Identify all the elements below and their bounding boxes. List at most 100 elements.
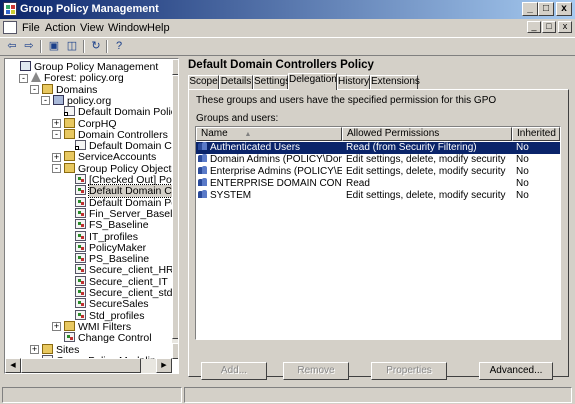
scroll-right-button[interactable]: ▶ bbox=[156, 358, 172, 373]
tab-scope[interactable]: Scope bbox=[188, 75, 219, 89]
tree-node[interactable]: Group Policy Objects bbox=[64, 162, 177, 175]
tree-node[interactable]: Fin_Server_Baseline bbox=[75, 207, 178, 220]
tree-node[interactable]: WMI Filters bbox=[64, 320, 131, 333]
tree-horizontal-scrollbar[interactable]: ◀ ▶ bbox=[5, 358, 172, 373]
tree-node-label: Secure_client_std bbox=[89, 287, 173, 299]
tree-node[interactable]: CorpHQ bbox=[64, 117, 117, 130]
document-icon[interactable] bbox=[3, 21, 17, 34]
refresh-icon[interactable]: ↻ bbox=[88, 39, 104, 54]
tree-node[interactable]: Forest: policy.org bbox=[31, 72, 124, 84]
tree-node[interactable]: Default Domain Contr bbox=[75, 140, 178, 152]
folder-icon bbox=[64, 117, 75, 128]
remove-button[interactable]: Remove bbox=[283, 362, 349, 380]
collapse-icon[interactable]: - bbox=[41, 96, 50, 106]
app-icon bbox=[3, 2, 17, 16]
table-row[interactable]: Domain Admins (POLICY\Domain ... Edit set… bbox=[196, 154, 560, 166]
column-header-inherited[interactable]: Inherited bbox=[512, 127, 560, 141]
expand-icon[interactable]: + bbox=[52, 322, 61, 332]
tree-node[interactable]: PS_Baseline bbox=[75, 253, 149, 265]
status-cell bbox=[184, 387, 572, 403]
gpo-icon bbox=[75, 298, 86, 309]
show-hide-tree-icon[interactable]: ◫ bbox=[64, 39, 80, 54]
menu-action[interactable]: Action bbox=[45, 22, 76, 34]
forward-icon[interactable]: ⇨ bbox=[21, 39, 37, 54]
permissions-cell: Edit settings, delete, modify security bbox=[346, 166, 506, 177]
mdi-minimize-button[interactable]: _ bbox=[527, 21, 541, 33]
tree-node[interactable]: Secure_client_HR bbox=[75, 264, 174, 276]
tree-vertical-scrollbar[interactable]: ▲ ▼ bbox=[172, 59, 178, 359]
table-row[interactable]: Enterprise Admins (POLICY\Enter... Edit s… bbox=[196, 166, 560, 178]
menu-window[interactable]: Window bbox=[108, 22, 147, 34]
tree-node[interactable]: Sites bbox=[42, 343, 79, 356]
tree-node-label: PolicyMaker bbox=[89, 241, 147, 254]
user-group-icon bbox=[198, 190, 208, 199]
toolbar-separator bbox=[40, 40, 42, 53]
inherited-cell: No bbox=[516, 178, 529, 189]
scroll-up-button[interactable]: ▲ bbox=[172, 59, 178, 75]
tree-node[interactable]: Change Control bbox=[64, 332, 152, 344]
collapse-icon[interactable]: - bbox=[30, 85, 39, 95]
scroll-left-button[interactable]: ◀ bbox=[5, 358, 21, 373]
tree-node[interactable]: Default Domain Policy bbox=[75, 196, 178, 209]
permissions-list[interactable]: Name ▲ Allowed Permissions Inherited Aut… bbox=[195, 126, 561, 340]
tab-details[interactable]: Details bbox=[219, 75, 253, 89]
close-button[interactable]: x bbox=[556, 2, 572, 16]
principal-name: Enterprise Admins (POLICY\Enter... bbox=[210, 166, 342, 177]
gpo-icon bbox=[75, 196, 86, 207]
tree-node[interactable]: Group Policy Management bbox=[20, 61, 158, 73]
add-button[interactable]: Add... bbox=[201, 362, 267, 380]
gpo-icon bbox=[75, 241, 86, 252]
tree-node[interactable]: FS_Baseline bbox=[75, 219, 149, 231]
column-header-name[interactable]: Name ▲ bbox=[196, 127, 342, 141]
status-cell bbox=[2, 387, 182, 403]
console-tree[interactable]: Group Policy Management - Forest: policy.o… bbox=[4, 58, 179, 374]
tab-delegation[interactable]: Delegation bbox=[288, 73, 337, 90]
tree-node[interactable]: Default Domain Contr bbox=[75, 184, 178, 199]
tree-node[interactable]: Secure_client_IT bbox=[75, 275, 168, 288]
tree-node[interactable]: SecureSales bbox=[75, 298, 149, 310]
principal-name: Domain Admins (POLICY\Domain ... bbox=[210, 154, 342, 165]
mdi-close-button[interactable]: x bbox=[558, 21, 572, 33]
help-icon[interactable]: ? bbox=[111, 39, 127, 54]
tree-node[interactable]: Domain Controllers bbox=[64, 128, 168, 141]
tab-settings[interactable]: Settings bbox=[253, 75, 290, 89]
tree-node[interactable]: Secure_client_std bbox=[75, 287, 172, 299]
expand-icon[interactable]: + bbox=[30, 345, 39, 354]
pane-splitter[interactable] bbox=[180, 58, 183, 378]
collapse-icon[interactable]: - bbox=[52, 130, 61, 140]
tree-node[interactable]: ServiceAccounts bbox=[64, 151, 156, 163]
mdi-restore-button[interactable]: □ bbox=[542, 21, 556, 33]
scroll-thumb[interactable] bbox=[172, 75, 178, 339]
tab-extensions[interactable]: Extensions bbox=[370, 75, 420, 89]
menu-view[interactable]: View bbox=[80, 22, 104, 34]
table-row[interactable]: ENTERPRISE DOMAIN CONTR... Read No bbox=[196, 178, 560, 190]
principal-name: Authenticated Users bbox=[210, 142, 301, 153]
gpo-icon bbox=[75, 309, 86, 320]
tab-history[interactable]: History bbox=[337, 75, 370, 89]
inherited-cell: No bbox=[516, 166, 529, 177]
collapse-icon[interactable]: - bbox=[19, 73, 28, 83]
up-folder-icon[interactable]: ▣ bbox=[46, 39, 62, 54]
properties-button[interactable]: Properties bbox=[371, 362, 447, 380]
back-icon[interactable]: ⇦ bbox=[4, 39, 20, 54]
scroll-thumb[interactable] bbox=[21, 358, 141, 373]
table-row[interactable]: Authenticated Users Read (from Security F… bbox=[196, 142, 560, 154]
collapse-icon[interactable]: - bbox=[52, 164, 61, 174]
column-header-permissions[interactable]: Allowed Permissions bbox=[342, 127, 512, 141]
tree-node[interactable]: IT_profiles bbox=[75, 230, 138, 243]
scroll-down-button[interactable]: ▼ bbox=[172, 343, 178, 359]
menu-help[interactable]: Help bbox=[147, 22, 170, 34]
tree-node[interactable]: Default Domain Policy bbox=[64, 106, 178, 118]
maximize-button[interactable]: □ bbox=[538, 2, 554, 16]
tree-node[interactable]: Domains bbox=[42, 83, 97, 96]
advanced-button[interactable]: Advanced... bbox=[479, 362, 553, 380]
menu-file[interactable]: File bbox=[22, 22, 40, 34]
tree-node[interactable]: policy.org bbox=[53, 94, 111, 107]
gpo-icon bbox=[75, 253, 86, 264]
expand-icon[interactable]: + bbox=[52, 152, 61, 162]
tree-node[interactable]: PolicyMaker bbox=[75, 241, 147, 254]
expand-icon[interactable]: + bbox=[52, 119, 61, 128]
table-row[interactable]: SYSTEM Edit settings, delete, modify secu… bbox=[196, 190, 560, 202]
minimize-button[interactable]: _ bbox=[522, 2, 538, 16]
tree-node[interactable]: Std_profiles bbox=[75, 309, 144, 322]
